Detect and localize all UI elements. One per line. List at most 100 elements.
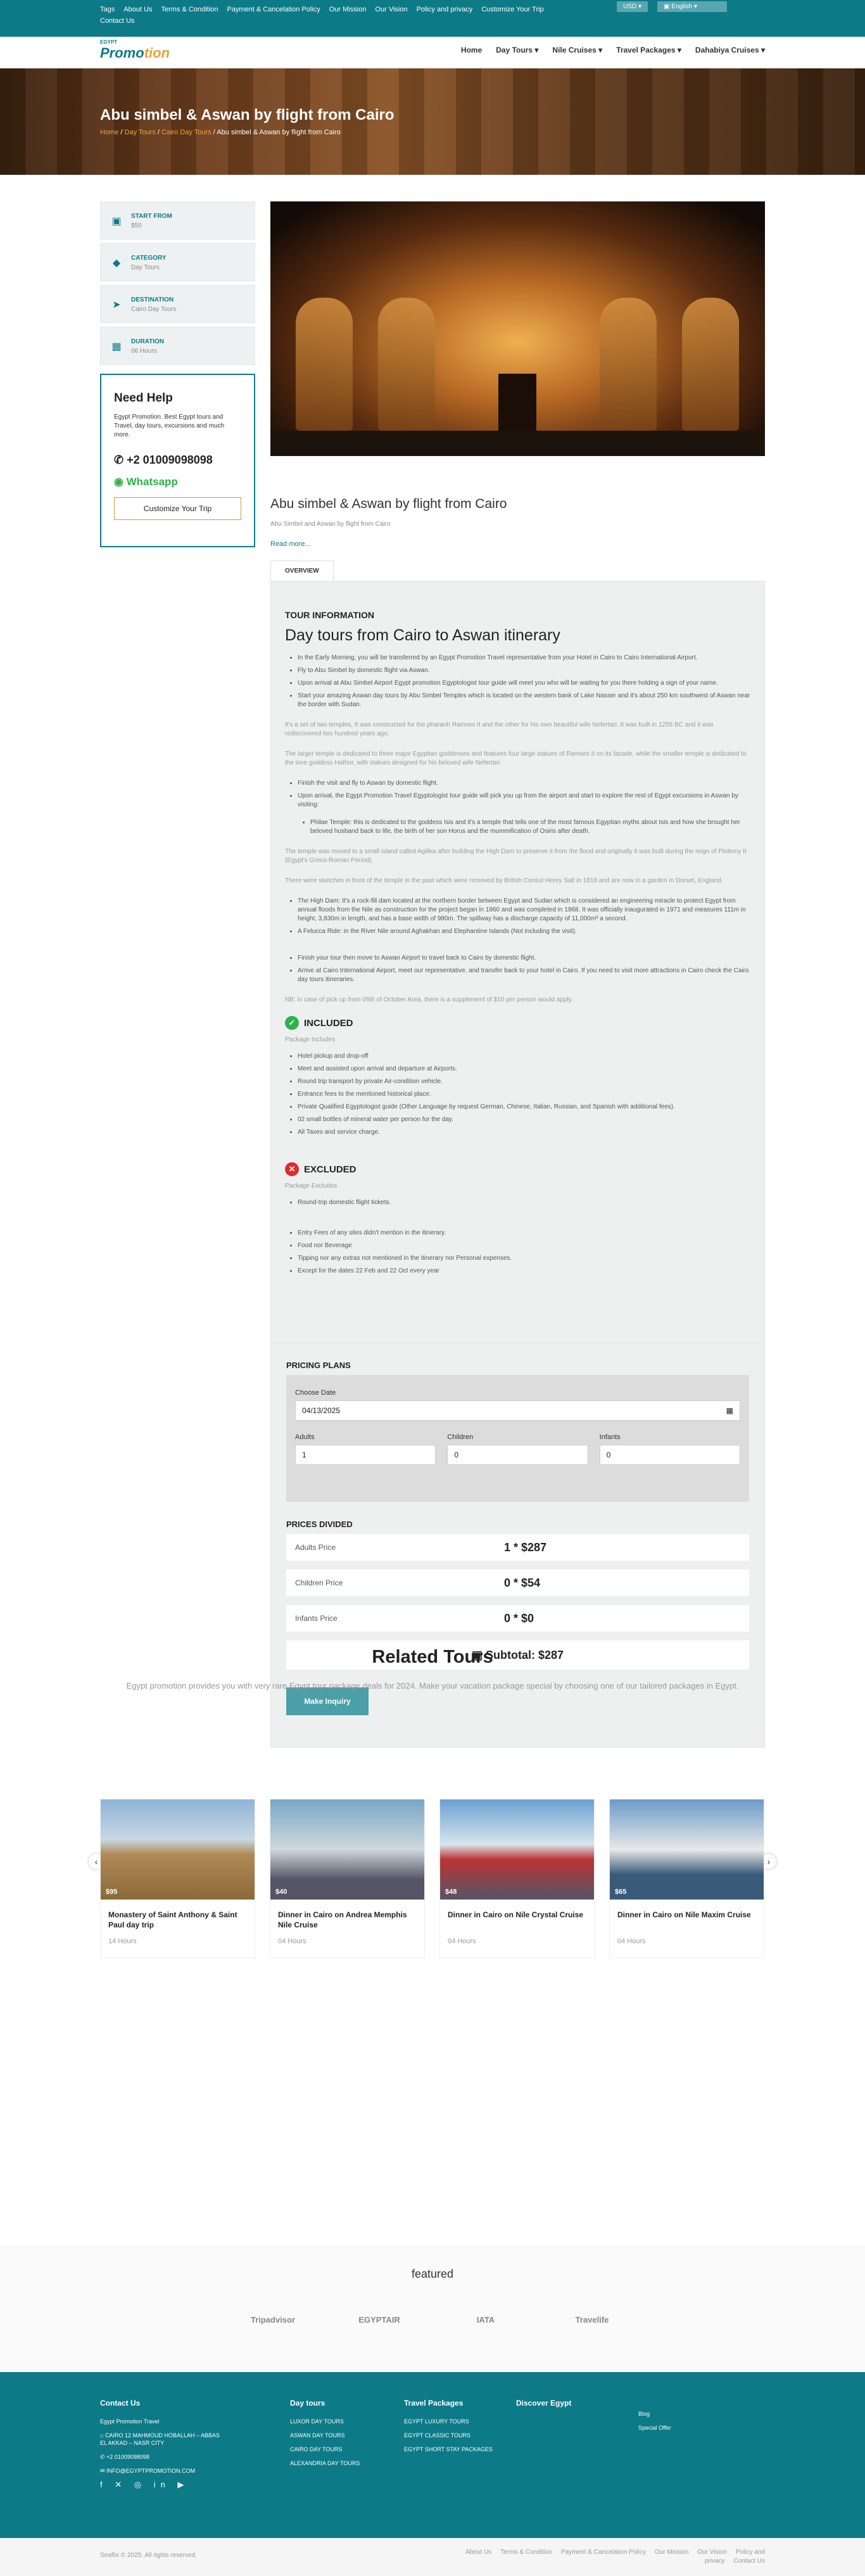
read-more-link[interactable]: Read more...: [270, 540, 765, 548]
tour-image: [270, 201, 765, 456]
page-title: Abu simbel & Aswan by flight from Cairo: [100, 106, 395, 124]
main-column: Abu simbel & Aswan by flight from Cairo …: [270, 201, 765, 1430]
nav-item[interactable]: Dahabiya Cruises ▾: [695, 46, 765, 54]
currency-select[interactable]: USD ▾: [617, 1, 648, 12]
date-label: Choose Date: [295, 1389, 336, 1397]
footer-link[interactable]: Special Offer: [638, 2424, 733, 2432]
itinerary-list-4: Finish your tour then move to Aswan Airp…: [298, 954, 750, 984]
card-duration: 04 Hours: [617, 1938, 646, 1945]
list-item: Entry Fees of any sites didn't mention i…: [298, 1229, 750, 1238]
itinerary-list-1: In the Early Morning, you will be transf…: [298, 654, 750, 709]
top-links: Tags About Us Terms & Condition Payment & C…: [100, 4, 556, 27]
tour-card[interactable]: $48 Dinner in Cairo on Nile Crystal Cruis…: [439, 1799, 595, 1958]
footer-link[interactable]: EGYPT CLASSIC TOURS: [404, 2432, 499, 2439]
card-title: Dinner in Cairo on Andrea Memphis Nile C…: [278, 1910, 407, 1929]
info-label: CATEGORY: [131, 255, 167, 262]
featured-title: featured: [411, 2268, 454, 2280]
top-link[interactable]: Terms & Condition: [161, 4, 218, 15]
bc-current: Abu simbel & Aswan by flight from Cairo: [217, 129, 341, 136]
excluded-list-1: Round-trip domestic flight tickets.: [298, 1198, 750, 1207]
customize-trip-button[interactable]: Customize Your Trip: [114, 497, 241, 520]
copyright-link[interactable]: Contact Us: [734, 2558, 765, 2565]
tour-card[interactable]: $65 Dinner in Cairo on Nile Maxim Cruise 0…: [609, 1799, 764, 1958]
footer-link[interactable]: EGYPT LUXURY TOURS: [404, 2418, 499, 2425]
top-link[interactable]: Our Mission: [329, 4, 367, 15]
bc-cairo-day-tours[interactable]: Cairo Day Tours: [161, 129, 212, 136]
copyright-links: About Us Terms & Condition Payment & Cance…: [436, 2548, 765, 2566]
footer-link[interactable]: LUXOR DAY TOURS: [290, 2418, 385, 2425]
booking-form: Choose Date 04/13/2025 ▦ Adults 1 Children…: [286, 1375, 749, 1502]
card-image: $40: [270, 1799, 424, 1900]
itinerary-list-2: Finish the visit and fly to Aswan by dom…: [298, 779, 750, 809]
card-title: Dinner in Cairo on Nile Crystal Cruise: [448, 1910, 584, 1919]
copyright-link[interactable]: Payment & Cancelation Policy: [561, 2549, 646, 2556]
para-4: There were sketches in front of the temp…: [285, 877, 723, 884]
social-icons[interactable]: f ✕ ◎ in ▶: [100, 2480, 227, 2489]
copyright-link[interactable]: Terms & Condition: [500, 2549, 552, 2556]
nav-item[interactable]: Travel Packages ▾: [616, 46, 681, 54]
top-link[interactable]: Contact Us: [100, 15, 134, 27]
top-link[interactable]: About Us: [123, 4, 152, 15]
top-link[interactable]: Tags: [100, 4, 115, 15]
bc-day-tours[interactable]: Day Tours: [125, 129, 156, 136]
footer-contact: Contact Us Egypt Promotion Travel ⌂ CAIR…: [100, 2399, 227, 2495]
info-destination: ➤ DESTINATION Cairo Day Tours: [100, 285, 255, 323]
included-list: Hotel pickup and drop-off Meet and assist…: [298, 1052, 750, 1137]
date-input[interactable]: 04/13/2025 ▦: [295, 1400, 740, 1421]
top-link[interactable]: Payment & Cancelation Policy: [227, 4, 320, 15]
footer-link[interactable]: ASWAN DAY TOURS: [290, 2432, 385, 2439]
nav-item[interactable]: Home: [461, 46, 482, 54]
card-title: Dinner in Cairo on Nile Maxim Cruise: [617, 1910, 751, 1919]
excluded-heading: ✕ EXCLUDED: [285, 1162, 750, 1176]
whatsapp-link[interactable]: ◉ Whatsapp: [114, 476, 241, 488]
flag-icon: ▣: [664, 3, 670, 10]
footer-company: Egypt Promotion Travel: [100, 2418, 160, 2425]
footer-link[interactable]: CAIRO DAY TOURS: [290, 2446, 385, 2453]
partner-logo: Travelife: [575, 2315, 609, 2325]
copyright-link[interactable]: About Us: [465, 2549, 491, 2556]
info-value: 06 Hours: [131, 348, 157, 355]
copyright-link[interactable]: Our Mission: [655, 2549, 688, 2556]
itinerary-list-3: The High Dam: It's a rock-fill dam locat…: [298, 897, 750, 936]
footer-phone[interactable]: ✆ +2 01009098098: [100, 2453, 227, 2461]
nav-item[interactable]: Day Tours ▾: [496, 46, 538, 54]
footer-email[interactable]: ✉ INFO@EGYPTPROMOTION.COM: [100, 2467, 227, 2475]
top-link[interactable]: Customize Your Trip: [481, 4, 543, 15]
list-item: Upon arrival, the Egypt Promotion Travel…: [298, 792, 750, 809]
list-item: Arrive at Cairo International Airport, m…: [298, 967, 750, 984]
footer-link[interactable]: EGYPT SHORT STAY PACKAGES: [404, 2446, 499, 2453]
infants-label: Infants: [599, 1433, 621, 1441]
nav-item[interactable]: Nile Cruises ▾: [552, 46, 602, 54]
language-select[interactable]: ▣ English ▾: [657, 1, 727, 12]
adults-label: Adults: [295, 1433, 315, 1441]
prices-divided-title: PRICES DIVIDED: [286, 1520, 353, 1529]
infants-input[interactable]: 0: [599, 1445, 740, 1465]
tour-card[interactable]: $40 Dinner in Cairo on Andrea Memphis Nil…: [270, 1799, 425, 1958]
copyright-text: Seaflix © 2025. All rights reserved.: [100, 2552, 197, 2559]
phone-link[interactable]: ✆ +2 01009098098: [114, 454, 241, 467]
partner-logo: IATA: [476, 2315, 495, 2325]
note: NB: in case of pick up from 06th of Octo…: [285, 996, 573, 1003]
children-input[interactable]: 0: [447, 1445, 588, 1465]
top-link[interactable]: Our Vision: [375, 4, 407, 15]
tour-card[interactable]: $95 Monastery of Saint Anthony & Saint Pa…: [100, 1799, 255, 1958]
bc-home[interactable]: Home: [100, 129, 118, 136]
need-help-box: Need Help Egypt Promotion. Best Egypt to…: [100, 374, 255, 547]
adults-input[interactable]: 1: [295, 1445, 436, 1465]
partner-logos: Tripadvisor EGYPTAIR IATA Travelife: [0, 2300, 865, 2340]
list-item: Start your amazing Aswan day tours by Ab…: [298, 692, 750, 709]
footer-link[interactable]: ALEXANDRIA DAY TOURS: [290, 2459, 385, 2467]
footer-link[interactable]: Blog: [638, 2410, 733, 2418]
help-text: Egypt Promotion. Best Egypt tours and Tr…: [114, 414, 225, 438]
tab-overview[interactable]: OVERVIEW: [270, 561, 334, 581]
info-label: START FROM: [131, 213, 172, 220]
excluded-list-2: Entry Fees of any sites didn't mention i…: [298, 1229, 750, 1276]
logo-top: EGYPT: [100, 39, 118, 45]
copyright-link[interactable]: Our Vision: [697, 2549, 727, 2556]
nav-menu: Home Day Tours ▾ Nile Cruises ▾ Travel Pack…: [447, 46, 765, 54]
location-arrow-icon: ➤: [112, 300, 121, 310]
logo[interactable]: EGYPT Promotion: [100, 39, 170, 65]
whatsapp-icon: ◉: [114, 476, 123, 488]
top-link[interactable]: Policy and privacy: [417, 4, 473, 15]
included-sub: Package Includes: [285, 1036, 335, 1043]
